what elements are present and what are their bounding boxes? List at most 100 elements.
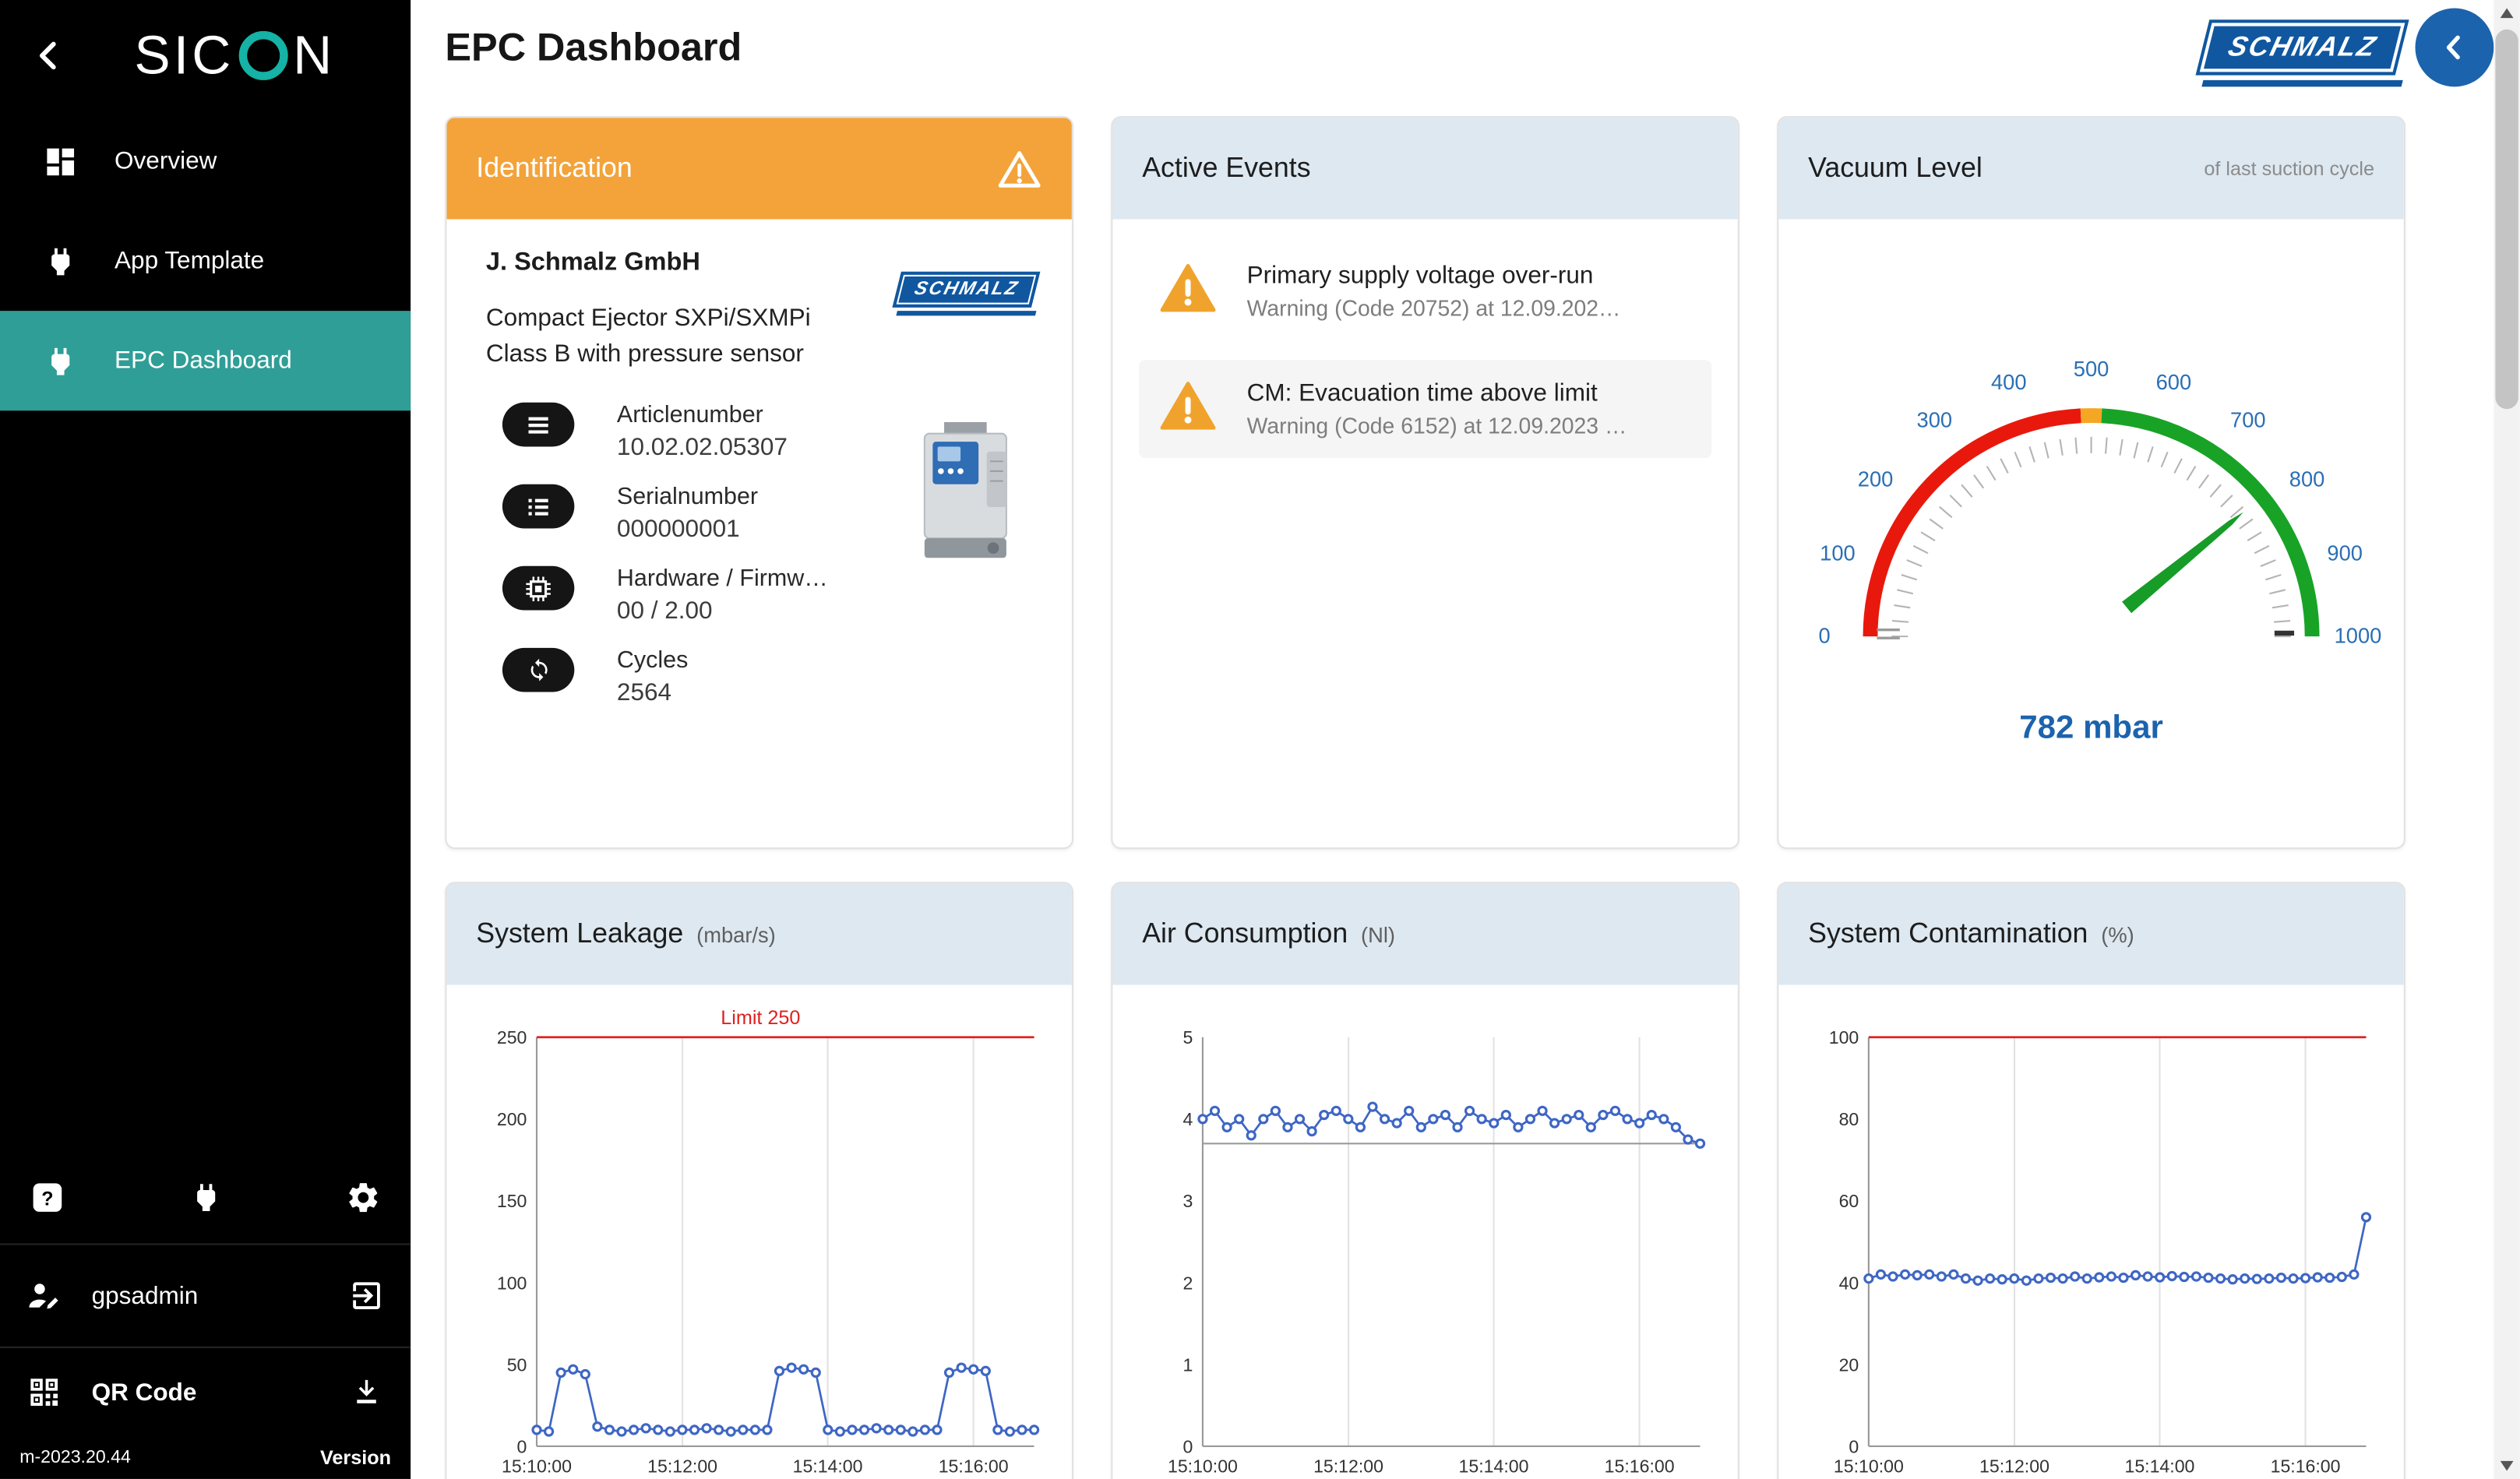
gear-icon bbox=[345, 1180, 381, 1216]
vertical-scrollbar[interactable] bbox=[2494, 0, 2520, 1479]
field-value: 2564 bbox=[617, 679, 688, 707]
svg-text:400: 400 bbox=[1991, 370, 2027, 394]
event-item[interactable]: CM: Evacuation time above limit Warning … bbox=[1139, 360, 1711, 458]
download-icon bbox=[351, 1376, 383, 1409]
card-title: System Contamination bbox=[1808, 917, 2088, 950]
active-events-card: Active Events Primary supply voltage ove… bbox=[1111, 116, 1739, 849]
contamination-chart-area: 15:10:0015:12:0015:14:0015:16:0002040608… bbox=[1778, 985, 2403, 1479]
field-articlenumber: Articlenumber 10.02.02.05307 bbox=[502, 403, 928, 462]
vacuum-level-card: Vacuum Level of last suction cycle 01002… bbox=[1777, 116, 2405, 849]
svg-text:15:16:00: 15:16:00 bbox=[1605, 1456, 1675, 1477]
identification-card-header: Identification bbox=[446, 118, 1071, 219]
svg-text:1: 1 bbox=[1182, 1354, 1193, 1375]
download-button[interactable] bbox=[348, 1375, 384, 1410]
version-label: Version bbox=[320, 1446, 391, 1469]
dashboard-icon bbox=[43, 143, 79, 179]
svg-text:2: 2 bbox=[1182, 1273, 1193, 1293]
event-detail: Warning (Code 20752) at 12.09.202… bbox=[1247, 296, 1621, 321]
logout-button[interactable] bbox=[348, 1278, 384, 1314]
app-window: SICN Overview App Template EPC Dashb bbox=[0, 0, 2520, 1479]
scroll-up-button[interactable] bbox=[2494, 0, 2520, 26]
panel-collapse-button[interactable] bbox=[2415, 9, 2494, 87]
svg-text:500: 500 bbox=[2074, 357, 2109, 381]
main-content: EPC Dashboard SCHMALZ Identification J. … bbox=[411, 0, 2494, 1479]
svg-text:3: 3 bbox=[1182, 1191, 1193, 1211]
sidebar-utility-row: ? bbox=[0, 1152, 411, 1244]
field-label: Hardware / Firmw… bbox=[617, 566, 828, 593]
svg-text:15:10:00: 15:10:00 bbox=[1168, 1456, 1238, 1477]
logo-ring-icon bbox=[239, 31, 288, 80]
logo-text-pre: SIC bbox=[134, 25, 234, 87]
sidebar-user-row[interactable]: gpsadmin bbox=[0, 1243, 411, 1346]
sidebar-qr-row[interactable]: QR Code bbox=[0, 1347, 411, 1437]
scroll-down-button[interactable] bbox=[2494, 1453, 2520, 1479]
svg-text:Limit 250: Limit 250 bbox=[721, 1007, 800, 1029]
sidebar-item-label: App Template bbox=[115, 247, 264, 275]
active-events-card-header: Active Events bbox=[1112, 118, 1737, 219]
vacuum-level-card-header: Vacuum Level of last suction cycle bbox=[1778, 118, 2403, 219]
svg-text:15:10:00: 15:10:00 bbox=[502, 1456, 572, 1477]
app-plug-button[interactable] bbox=[188, 1180, 224, 1216]
field-value: 000000001 bbox=[617, 516, 758, 544]
chevron-left-icon bbox=[28, 34, 71, 77]
sidebar-item-epc-dashboard[interactable]: EPC Dashboard bbox=[0, 311, 411, 410]
contamination-line-chart: 15:10:0015:12:0015:14:0015:16:0002040608… bbox=[1796, 995, 2382, 1479]
identification-fields: Articlenumber 10.02.02.05307 Serialnumbe… bbox=[502, 403, 928, 707]
svg-text:0: 0 bbox=[1819, 624, 1831, 648]
sidebar-item-overview[interactable]: Overview bbox=[0, 111, 411, 211]
event-title: CM: Evacuation time above limit bbox=[1247, 379, 1627, 407]
event-item[interactable]: Primary supply voltage over-run Warning … bbox=[1139, 242, 1711, 340]
svg-text:4: 4 bbox=[1182, 1109, 1193, 1129]
sidebar-collapse-button[interactable] bbox=[23, 30, 75, 82]
field-value: 10.02.02.05307 bbox=[617, 434, 788, 462]
field-hardware-firmware: Hardware / Firmw… 00 / 2.00 bbox=[502, 566, 928, 625]
qr-code-icon bbox=[26, 1375, 62, 1410]
chip-icon bbox=[502, 566, 574, 611]
identification-body: J. Schmalz GmbH Compact Ejector SXPi/SXM… bbox=[446, 219, 1071, 736]
card-unit: (mbar/s) bbox=[696, 922, 776, 947]
brand-text: SCHMALZ bbox=[2225, 31, 2381, 64]
svg-text:800: 800 bbox=[2289, 467, 2325, 491]
air-chart-area: 15:10:0015:12:0015:14:0015:16:00012345 bbox=[1112, 985, 1737, 1479]
svg-text:15:12:00: 15:12:00 bbox=[647, 1456, 717, 1477]
settings-button[interactable] bbox=[345, 1180, 381, 1216]
schmalz-brand-logo: SCHMALZ bbox=[2202, 19, 2402, 86]
scrollbar-thumb[interactable] bbox=[2495, 30, 2518, 409]
username-label: gpsadmin bbox=[92, 1282, 319, 1310]
card-title: Vacuum Level bbox=[1808, 152, 1983, 185]
sidebar-item-label: EPC Dashboard bbox=[115, 347, 292, 375]
svg-text:0: 0 bbox=[1182, 1436, 1193, 1456]
field-label: Articlenumber bbox=[617, 403, 788, 429]
sync-icon bbox=[502, 648, 574, 692]
svg-text:100: 100 bbox=[497, 1273, 527, 1293]
svg-text:15:14:00: 15:14:00 bbox=[1459, 1456, 1529, 1477]
svg-text:80: 80 bbox=[1839, 1109, 1859, 1129]
svg-text:50: 50 bbox=[507, 1354, 527, 1375]
sidebar: SICN Overview App Template EPC Dashb bbox=[0, 0, 411, 1479]
card-title: System Leakage bbox=[476, 917, 683, 950]
card-title: Air Consumption bbox=[1142, 917, 1348, 950]
system-leakage-card: System Leakage (mbar/s) 15:10:00 15:12:00… bbox=[445, 882, 1073, 1479]
system-leakage-card-header: System Leakage (mbar/s) bbox=[446, 883, 1071, 984]
page-title: EPC Dashboard bbox=[445, 26, 742, 72]
gauge-chart: 01002003004005006007008009001000 bbox=[1780, 260, 2402, 702]
svg-text:250: 250 bbox=[497, 1027, 527, 1048]
svg-text:60: 60 bbox=[1839, 1191, 1859, 1211]
svg-text:100: 100 bbox=[1820, 541, 1856, 565]
warning-icon bbox=[1158, 379, 1218, 431]
card-unit: (Nl) bbox=[1361, 922, 1395, 947]
sidebar-item-app-template[interactable]: App Template bbox=[0, 211, 411, 311]
help-button[interactable]: ? bbox=[30, 1180, 65, 1216]
card-title: Active Events bbox=[1142, 152, 1310, 185]
svg-text:15:14:00: 15:14:00 bbox=[793, 1456, 863, 1477]
svg-text:15:16:00: 15:16:00 bbox=[2271, 1456, 2341, 1477]
air-consumption-card-header: Air Consumption (Nl) bbox=[1112, 883, 1737, 984]
schmalz-brand-logo: SCHMALZ bbox=[897, 272, 1036, 316]
svg-text:15:12:00: 15:12:00 bbox=[1979, 1456, 2049, 1477]
svg-text:600: 600 bbox=[2156, 370, 2192, 394]
plug-icon bbox=[188, 1180, 224, 1216]
help-icon: ? bbox=[30, 1180, 65, 1216]
field-label: Cycles bbox=[617, 648, 688, 674]
svg-text:200: 200 bbox=[497, 1109, 527, 1129]
card-title: Identification bbox=[476, 152, 633, 185]
